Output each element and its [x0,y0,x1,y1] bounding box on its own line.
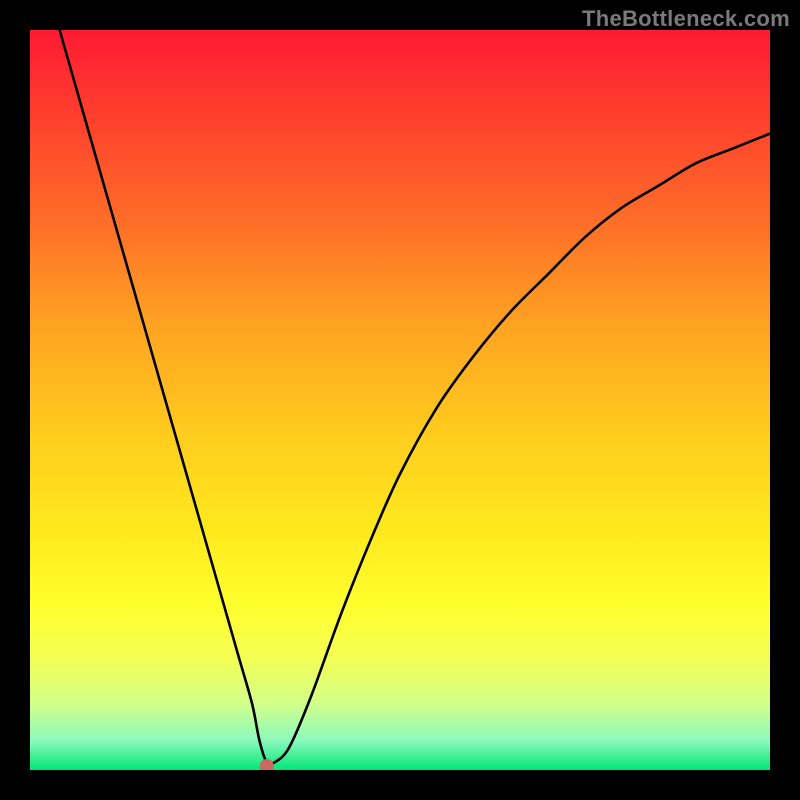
chart-frame: TheBottleneck.com [0,0,800,800]
bottleneck-curve-path [60,30,770,765]
bottleneck-marker [260,759,274,770]
plot-area [30,30,770,770]
watermark-text: TheBottleneck.com [582,6,790,32]
curve-layer [30,30,770,770]
